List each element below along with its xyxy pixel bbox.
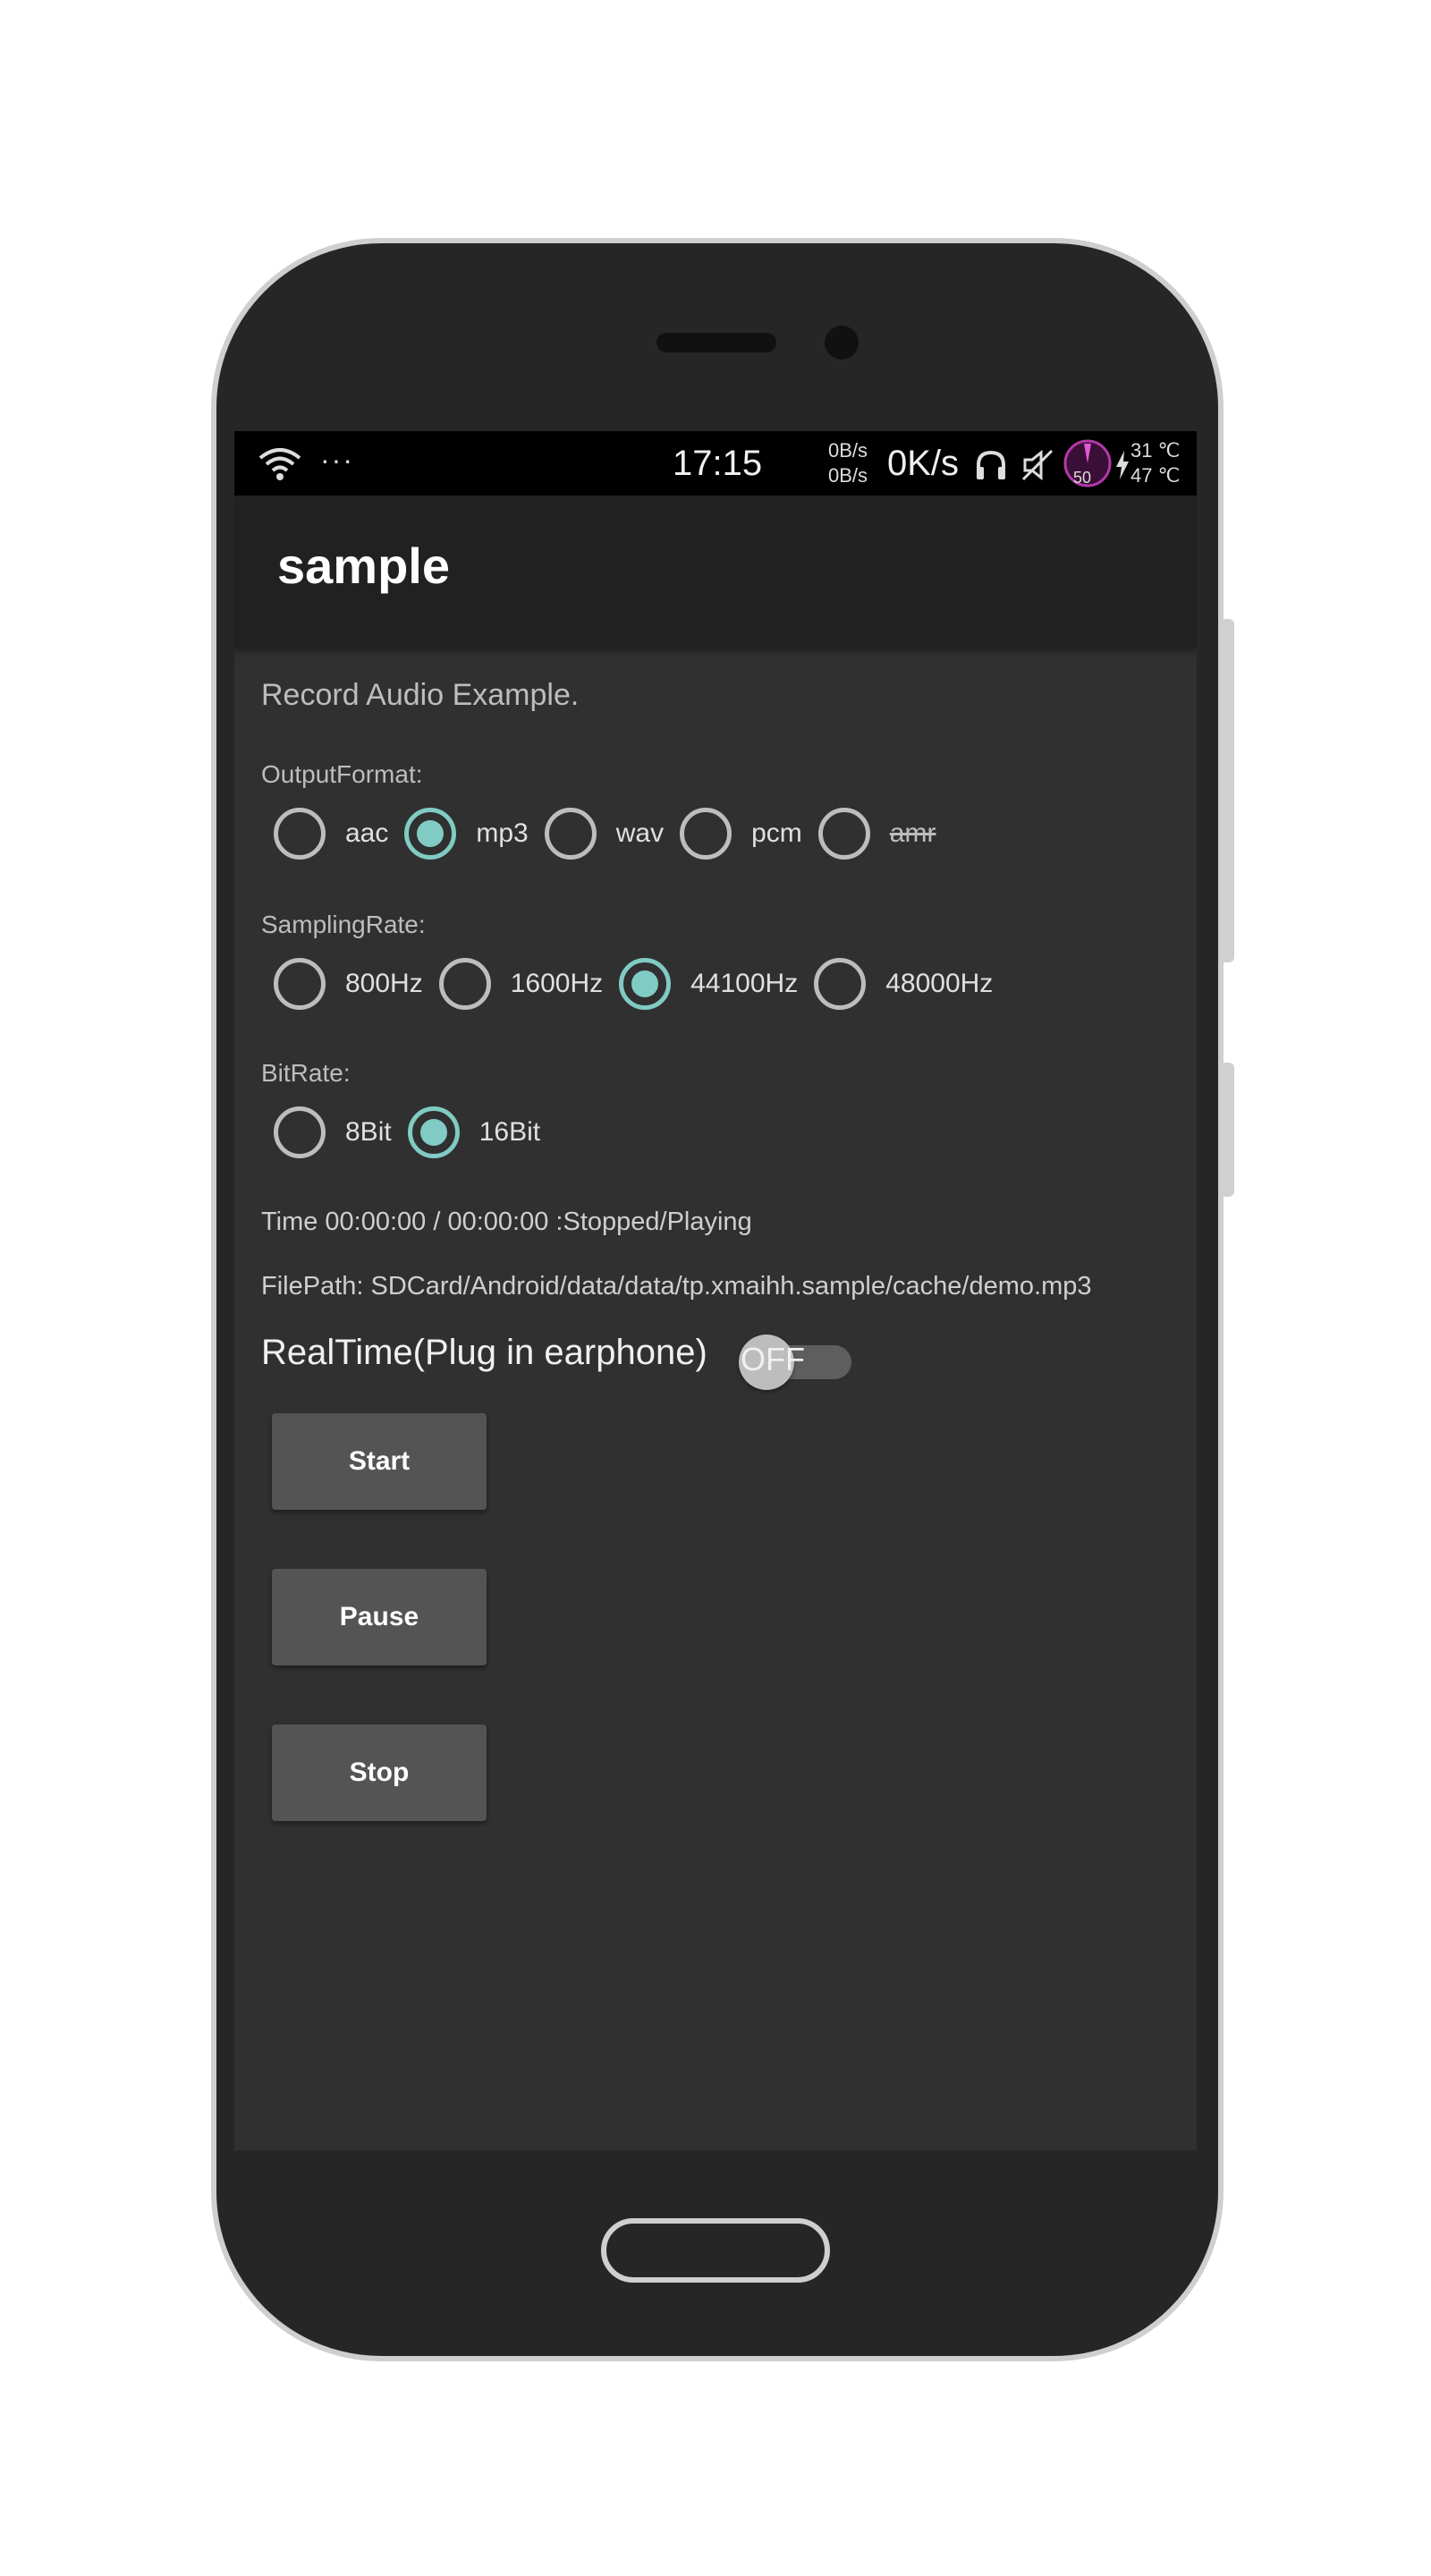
bit-rate-group: 8Bit 16Bit <box>274 1104 556 1161</box>
radio-mp3[interactable]: mp3 <box>404 808 529 860</box>
radio-label: 48000Hz <box>885 969 994 998</box>
radio-label: pcm <box>751 818 802 848</box>
sampling-rate-group: 800Hz 1600Hz 44100Hz 48000Hz <box>274 955 1009 1013</box>
home-button[interactable] <box>601 2218 830 2283</box>
radio-label: 1600Hz <box>510 969 604 998</box>
page-heading: Record Audio Example. <box>261 678 580 712</box>
switch-text: OFF <box>741 1341 805 1377</box>
radio-1600hz[interactable]: 1600Hz <box>438 958 604 1010</box>
radio-circle[interactable] <box>404 808 457 860</box>
gauge-value: 50 <box>1073 469 1092 487</box>
radio-label: 8Bit <box>345 1117 392 1147</box>
file-path: FilePath: SDCard/Android/data/data/tp.xm… <box>261 1272 1092 1301</box>
radio-amr[interactable]: amr <box>817 808 936 860</box>
radio-8bit[interactable]: 8Bit <box>274 1106 392 1158</box>
radio-circle[interactable] <box>274 808 326 860</box>
app-bar: sample <box>234 496 1197 648</box>
radio-aac[interactable]: aac <box>274 808 388 860</box>
time-status: Time 00:00:00 / 00:00:00 :Stopped/Playin… <box>261 1208 752 1236</box>
notification-dots: ··· <box>320 444 354 476</box>
volume-button <box>1224 619 1234 962</box>
mute-icon <box>1021 449 1054 481</box>
temp-2: 47 ℃ <box>1130 464 1181 487</box>
radio-circle[interactable] <box>680 808 732 860</box>
radio-16bit[interactable]: 16Bit <box>407 1106 541 1158</box>
radio-circle[interactable] <box>274 958 326 1010</box>
front-camera <box>825 326 859 360</box>
net-speed: 0K/s <box>887 444 960 483</box>
net-down: 0B/s <box>828 464 868 487</box>
output-format-label: OutputFormat: <box>261 760 423 788</box>
stop-button[interactable]: Stop <box>272 1724 487 1821</box>
status-bar: ··· 17:15 0B/s 0B/s 0K/s 50 31 ℃ 47 ℃ <box>234 431 1197 496</box>
pause-button[interactable]: Pause <box>272 1569 487 1665</box>
radio-label: 800Hz <box>345 969 423 998</box>
sampling-rate-label: SamplingRate: <box>261 911 426 938</box>
net-up: 0B/s <box>828 439 868 462</box>
radio-circle[interactable] <box>407 1106 460 1158</box>
radio-circle[interactable] <box>814 958 867 1010</box>
charging-icon <box>1116 451 1129 479</box>
temperatures: 31 ℃ 47 ℃ <box>1130 438 1180 488</box>
bit-rate-label: BitRate: <box>261 1059 351 1087</box>
screen: ··· 17:15 0B/s 0B/s 0K/s 50 31 ℃ 47 ℃ sa… <box>234 431 1197 2150</box>
radio-label: 44100Hz <box>690 969 799 998</box>
radio-label: 16Bit <box>478 1117 541 1147</box>
temp-1: 31 ℃ <box>1130 439 1181 462</box>
wifi-icon <box>258 448 301 480</box>
radio-label: aac <box>345 818 389 848</box>
earpiece-speaker <box>656 333 776 352</box>
radio-circle[interactable] <box>438 958 491 1010</box>
realtime-label: RealTime(Plug in earphone) <box>261 1333 707 1372</box>
radio-label: amr <box>889 818 936 848</box>
radio-800hz[interactable]: 800Hz <box>274 958 423 1010</box>
output-format-group: aac mp3 wav pcm amr <box>274 805 952 862</box>
radio-44100hz[interactable]: 44100Hz <box>619 958 798 1010</box>
radio-circle[interactable] <box>619 958 672 1010</box>
clock: 17:15 <box>673 444 763 483</box>
radio-48000hz[interactable]: 48000Hz <box>814 958 993 1010</box>
app-title: sample <box>277 538 450 594</box>
radio-circle[interactable] <box>817 808 870 860</box>
radio-pcm[interactable]: pcm <box>680 808 802 860</box>
radio-circle[interactable] <box>274 1106 326 1158</box>
radio-label: mp3 <box>476 818 529 848</box>
radio-wav[interactable]: wav <box>544 808 665 860</box>
realtime-switch[interactable]: OFF <box>739 1335 851 1390</box>
radio-circle[interactable] <box>544 808 597 860</box>
radio-label: wav <box>615 818 665 848</box>
start-button[interactable]: Start <box>272 1413 487 1510</box>
headphones-icon <box>977 450 1005 479</box>
power-button <box>1224 1063 1234 1197</box>
network-rates: 0B/s 0B/s <box>828 438 868 488</box>
